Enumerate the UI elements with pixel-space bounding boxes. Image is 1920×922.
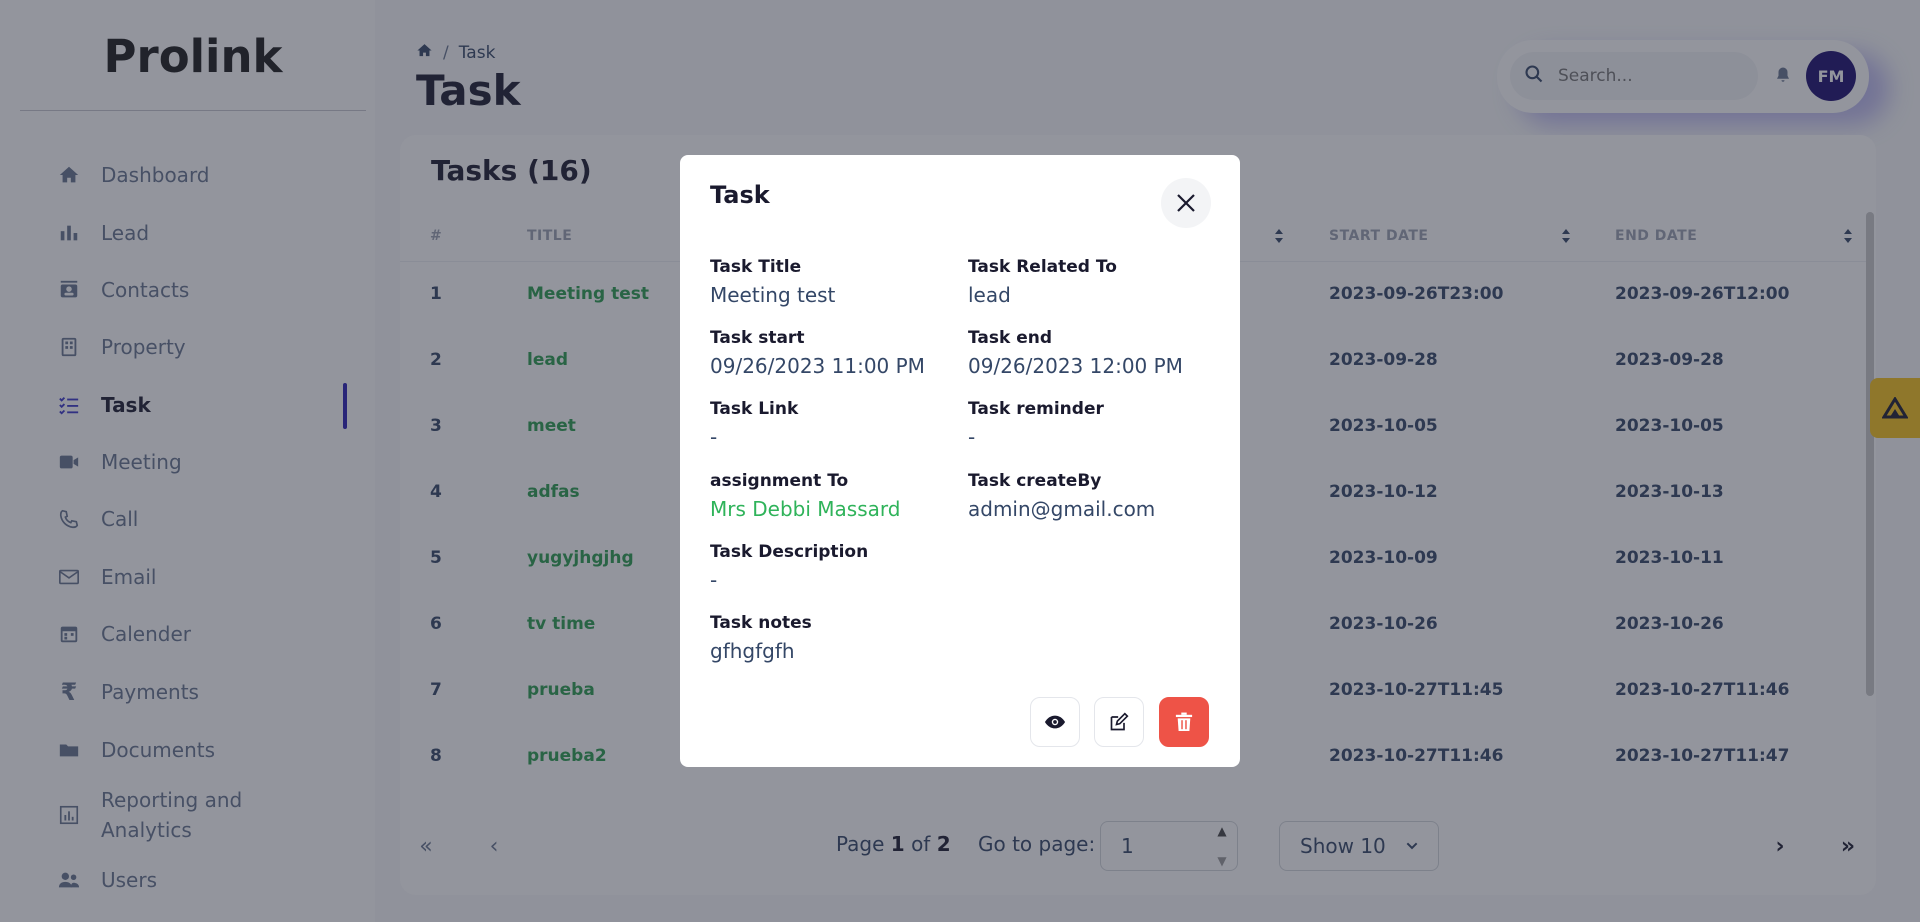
task-link-value: - <box>710 425 718 449</box>
notes-value: gfhgfgfh <box>710 639 795 663</box>
edit-icon <box>1110 712 1129 731</box>
task-start-value: 09/26/2023 11:00 PM <box>710 354 925 378</box>
trash-icon <box>1175 712 1193 731</box>
assignment-link[interactable]: Mrs Debbi Massard <box>710 497 900 521</box>
createby-value: admin@gmail.com <box>968 497 1156 521</box>
task-end-label: Task end <box>968 328 1053 348</box>
close-button[interactable] <box>1161 178 1211 228</box>
close-icon <box>1177 194 1195 212</box>
task-reminder-label: Task reminder <box>968 399 1104 419</box>
task-reminder-value: - <box>968 425 976 449</box>
task-start-label: Task start <box>710 328 805 348</box>
description-label: Task Description <box>710 542 869 562</box>
view-button[interactable] <box>1030 697 1080 747</box>
assignment-label: assignment To <box>710 471 849 491</box>
delete-button[interactable] <box>1159 697 1209 747</box>
task-link-label: Task Link <box>710 399 799 419</box>
edit-button[interactable] <box>1094 697 1144 747</box>
task-title-value: Meeting test <box>710 283 836 307</box>
description-value: - <box>710 568 718 592</box>
task-title-label: Task Title <box>710 257 802 277</box>
task-end-value: 09/26/2023 12:00 PM <box>968 354 1183 378</box>
task-detail-modal: Task Task Title Meeting test Task Relate… <box>680 155 1240 767</box>
createby-label: Task createBy <box>968 471 1102 491</box>
eye-icon <box>1044 715 1066 729</box>
modal-title: Task <box>710 181 770 209</box>
task-related-label: Task Related To <box>968 257 1117 277</box>
task-related-value: lead <box>968 283 1011 307</box>
notes-label: Task notes <box>710 613 812 633</box>
